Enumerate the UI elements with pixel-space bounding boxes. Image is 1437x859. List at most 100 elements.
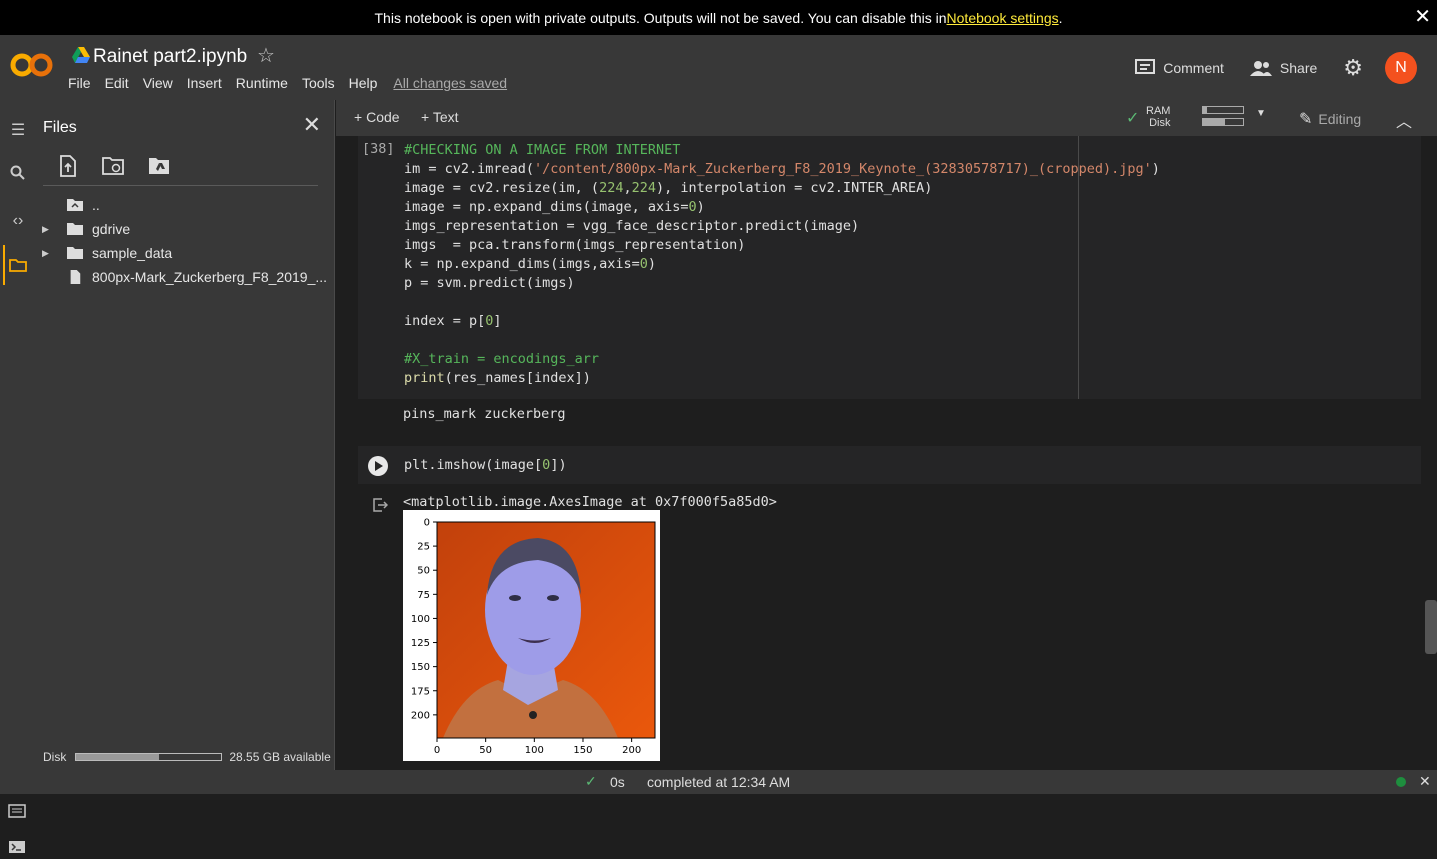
close-icon[interactable]: ✕ xyxy=(1419,773,1431,790)
menu-tools[interactable]: Tools xyxy=(302,75,335,91)
menu-edit[interactable]: Edit xyxy=(105,75,129,91)
output-actions-icon[interactable] xyxy=(372,497,388,513)
file-tree-folder-sample-data[interactable]: ▶ sample_data xyxy=(42,245,172,261)
divider xyxy=(43,185,318,186)
file-tree-label: gdrive xyxy=(92,221,131,237)
menu-file[interactable]: File xyxy=(68,75,91,91)
disk-label: Disk xyxy=(43,750,67,764)
runtime-status-indicator[interactable] xyxy=(1396,777,1406,787)
banner-text: This notebook is open with private outpu… xyxy=(374,9,947,26)
avatar[interactable]: N xyxy=(1385,52,1417,84)
code-editor[interactable]: #CHECKING ON A IMAGE FROM INTERNET im = … xyxy=(404,141,1160,388)
folder-icon xyxy=(67,247,83,259)
code-snippets-icon[interactable]: ‹› xyxy=(8,212,28,232)
y-tick-label: 75 xyxy=(417,590,430,601)
y-tick-label: 200 xyxy=(411,710,430,721)
menubar: File Edit View Insert Runtime Tools Help… xyxy=(68,75,521,91)
y-tick-label: 175 xyxy=(411,686,430,697)
search-icon[interactable] xyxy=(8,165,28,185)
code-cell[interactable]: [38] #CHECKING ON A IMAGE FROM INTERNET … xyxy=(358,136,1421,399)
star-icon[interactable]: ☆ xyxy=(257,43,275,68)
completion-status[interactable]: completed at 12:34 AM xyxy=(647,774,790,790)
y-tick-label: 100 xyxy=(411,614,430,625)
ram-bar xyxy=(1202,106,1244,114)
x-tick-label: 150 xyxy=(573,745,592,756)
execution-count: [38] xyxy=(362,141,395,157)
menu-help[interactable]: Help xyxy=(349,75,378,91)
y-tick-label: 50 xyxy=(417,566,430,577)
settings-button[interactable]: ⚙ xyxy=(1343,55,1363,81)
banner-suffix: . xyxy=(1058,9,1063,26)
resource-bars[interactable] xyxy=(1202,106,1244,130)
refresh-folder-icon[interactable] xyxy=(102,155,126,177)
folder-icon xyxy=(67,223,83,235)
file-icon xyxy=(70,270,81,284)
people-icon xyxy=(1249,61,1272,76)
file-tree-folder-gdrive[interactable]: ▶ gdrive xyxy=(42,221,130,237)
x-tick-label: 0 xyxy=(434,745,440,756)
y-tick-label: 25 xyxy=(417,542,430,553)
code-cell[interactable]: plt.imshow(image[0]) xyxy=(358,446,1421,484)
y-tick-label: 0 xyxy=(424,518,430,529)
chevron-down-icon[interactable]: ▼ xyxy=(1256,108,1266,119)
file-tree-label: sample_data xyxy=(92,245,173,261)
disk-usage: Disk 28.55 GB available xyxy=(43,750,331,764)
notebook-area: [38] #CHECKING ON A IMAGE FROM INTERNET … xyxy=(336,136,1437,770)
editing-mode-button[interactable]: ✎ Editing xyxy=(1299,109,1361,129)
x-tick-label: 200 xyxy=(622,745,641,756)
mount-drive-icon[interactable] xyxy=(148,155,172,177)
image-plot: 0 25 50 75 100 125 150 175 200 0 50 100 150 200 xyxy=(411,518,656,756)
save-status[interactable]: All changes saved xyxy=(393,75,507,91)
terminal-icon[interactable] xyxy=(8,840,26,859)
files-panel: Files ✕ .. ▶ gdrive ▶ sample_data 800px-… xyxy=(36,100,335,770)
expand-caret-icon[interactable]: ▶ xyxy=(42,248,52,259)
x-tick-label: 100 xyxy=(525,745,544,756)
comment-label: Comment xyxy=(1163,60,1224,76)
pencil-icon: ✎ xyxy=(1299,111,1313,128)
notebook-title[interactable]: Rainet part2.ipynb xyxy=(93,46,247,68)
chevron-up-icon[interactable]: ︿ xyxy=(1396,108,1412,132)
cell-output: pins_mark zuckerberg xyxy=(403,406,566,422)
table-of-contents-icon[interactable]: ☰ xyxy=(8,120,28,140)
y-tick-label: 125 xyxy=(411,638,430,649)
parent-folder-icon xyxy=(67,199,83,211)
gear-icon: ⚙ xyxy=(1343,55,1363,80)
file-tree-label: 800px-Mark_Zuckerberg_F8_2019_... xyxy=(92,269,328,285)
scrollbar[interactable] xyxy=(1425,600,1437,654)
google-drive-icon[interactable] xyxy=(72,47,90,63)
colab-logo-icon[interactable] xyxy=(10,50,54,80)
comment-button[interactable]: Comment xyxy=(1135,59,1224,77)
left-icon-bar: ☰ ‹› xyxy=(0,100,36,853)
add-text-cell-button[interactable]: + Text xyxy=(421,109,459,125)
share-label: Share xyxy=(1279,60,1318,76)
x-tick-label: 50 xyxy=(479,745,492,756)
notebook-settings-link[interactable]: Notebook settings xyxy=(947,10,1059,26)
command-palette-icon[interactable] xyxy=(8,804,26,823)
disk-usage-bar xyxy=(75,753,223,761)
add-code-cell-button[interactable]: + Code xyxy=(354,109,400,125)
menu-insert[interactable]: Insert xyxy=(187,75,222,91)
expand-caret-icon[interactable]: ▶ xyxy=(42,224,52,235)
files-panel-title: Files xyxy=(43,119,77,136)
close-icon[interactable]: ✕ xyxy=(1414,4,1431,29)
menu-view[interactable]: View xyxy=(143,75,173,91)
file-tree-parent[interactable]: .. xyxy=(42,197,100,213)
comment-icon xyxy=(1135,59,1156,74)
disk-available: 28.55 GB available xyxy=(229,750,331,764)
execution-time: 0s xyxy=(610,774,625,790)
folder-icon[interactable] xyxy=(8,258,28,278)
check-icon: ✓ xyxy=(1126,110,1140,127)
file-tree-file[interactable]: 800px-Mark_Zuckerberg_F8_2019_... xyxy=(42,269,327,285)
resource-labels[interactable]: RAM Disk xyxy=(1146,105,1170,129)
close-panel-icon[interactable]: ✕ xyxy=(303,112,321,138)
code-editor[interactable]: plt.imshow(image[0]) xyxy=(404,456,567,475)
header: Rainet part2.ipynb ☆ File Edit View Inse… xyxy=(0,35,1437,100)
status-bar: ✓ 0s completed at 12:34 AM ✕ xyxy=(0,770,1437,794)
menu-runtime[interactable]: Runtime xyxy=(236,75,288,91)
active-indicator xyxy=(3,245,5,285)
notebook-toolbar: + Code + Text ✓ RAM Disk ▼ ✎ Editing ︿ xyxy=(336,100,1437,136)
share-button[interactable]: Share xyxy=(1249,60,1318,76)
upload-file-icon[interactable] xyxy=(56,155,80,177)
cell-output: <matplotlib.image.AxesImage at 0x7f000f5… xyxy=(403,494,777,510)
run-cell-button[interactable] xyxy=(368,456,388,476)
